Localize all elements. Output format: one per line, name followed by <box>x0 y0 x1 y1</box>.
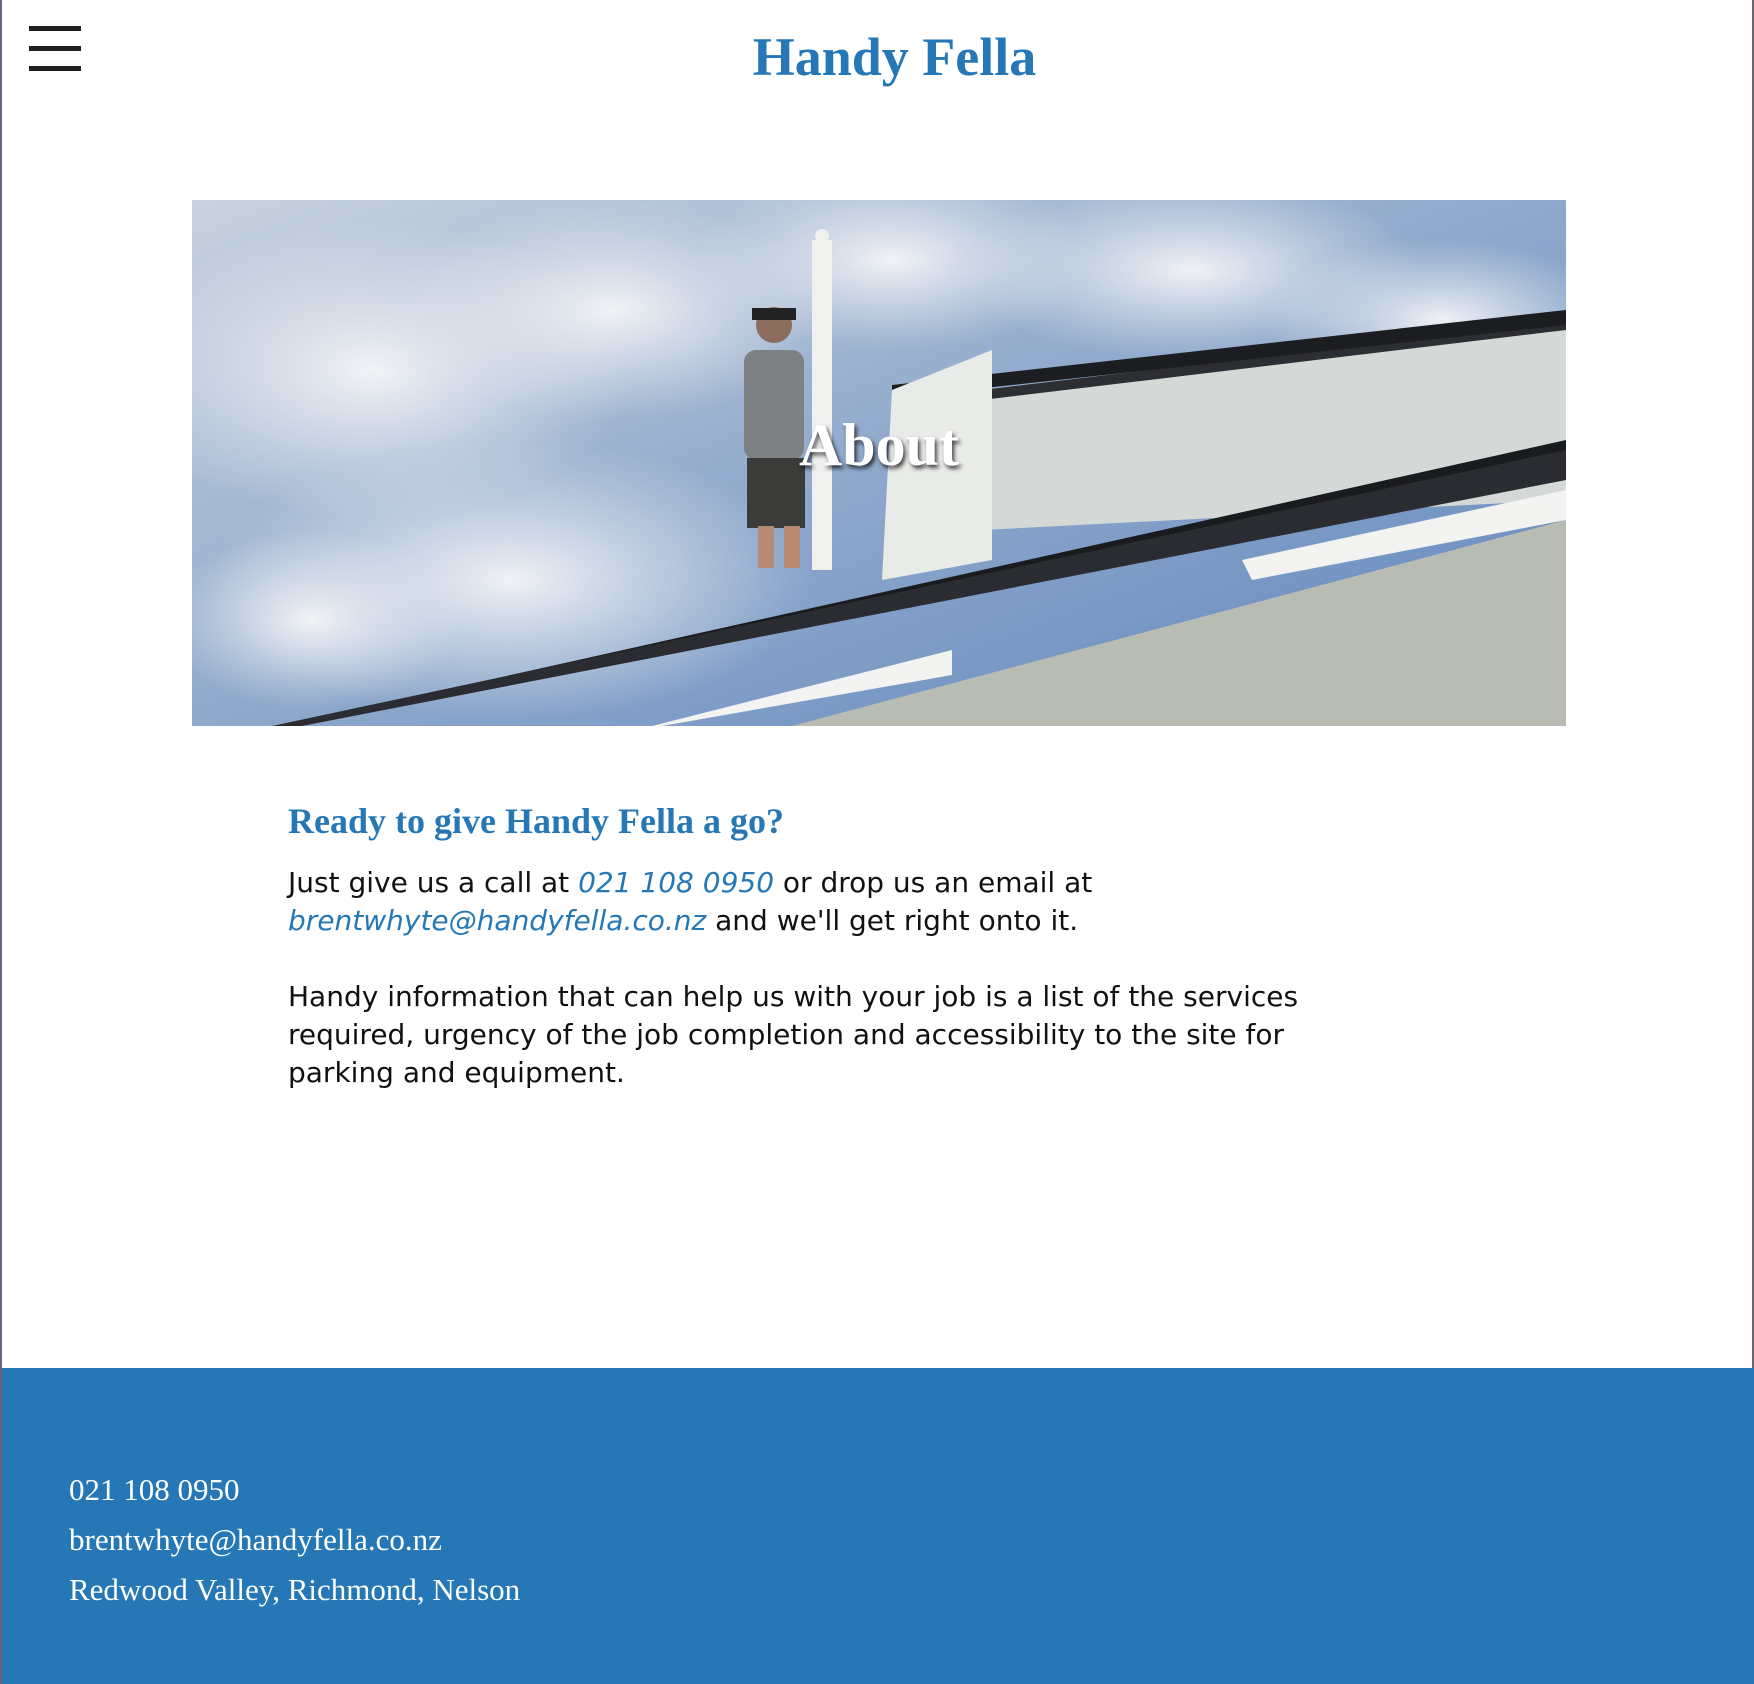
info-paragraph: Handy information that can help us with … <box>288 980 1299 1089</box>
phone-link[interactable]: 021 108 0950 <box>578 866 774 899</box>
about-content: Ready to give Handy Fella a go? Just giv… <box>288 798 1348 1130</box>
footer: 021 108 0950 brentwhyte@handyfella.co.nz… <box>2 1368 1754 1684</box>
email-link[interactable]: brentwhyte@handyfella.co.nz <box>288 904 706 937</box>
site-title[interactable]: Handy Fella <box>2 22 1754 92</box>
hero-banner: About <box>192 200 1566 726</box>
contact-text-suffix: and we'll get right onto it. <box>706 904 1079 937</box>
hero-title: About <box>798 412 960 478</box>
contact-text-middle: or drop us an email at <box>774 866 1093 899</box>
footer-email: brentwhyte@handyfella.co.nz <box>69 1522 442 1557</box>
footer-address: Redwood Valley, Richmond, Nelson <box>69 1572 521 1607</box>
contact-paragraph: Just give us a call at 021 108 0950 or d… <box>288 864 1348 940</box>
page: Handy Fella About Ready to give Handy Fe… <box>0 0 1754 1684</box>
section-heading: Ready to give Handy Fella a go? <box>288 801 784 841</box>
contact-text-prefix: Just give us a call at <box>288 866 579 899</box>
footer-phone: 021 108 0950 <box>69 1472 240 1507</box>
